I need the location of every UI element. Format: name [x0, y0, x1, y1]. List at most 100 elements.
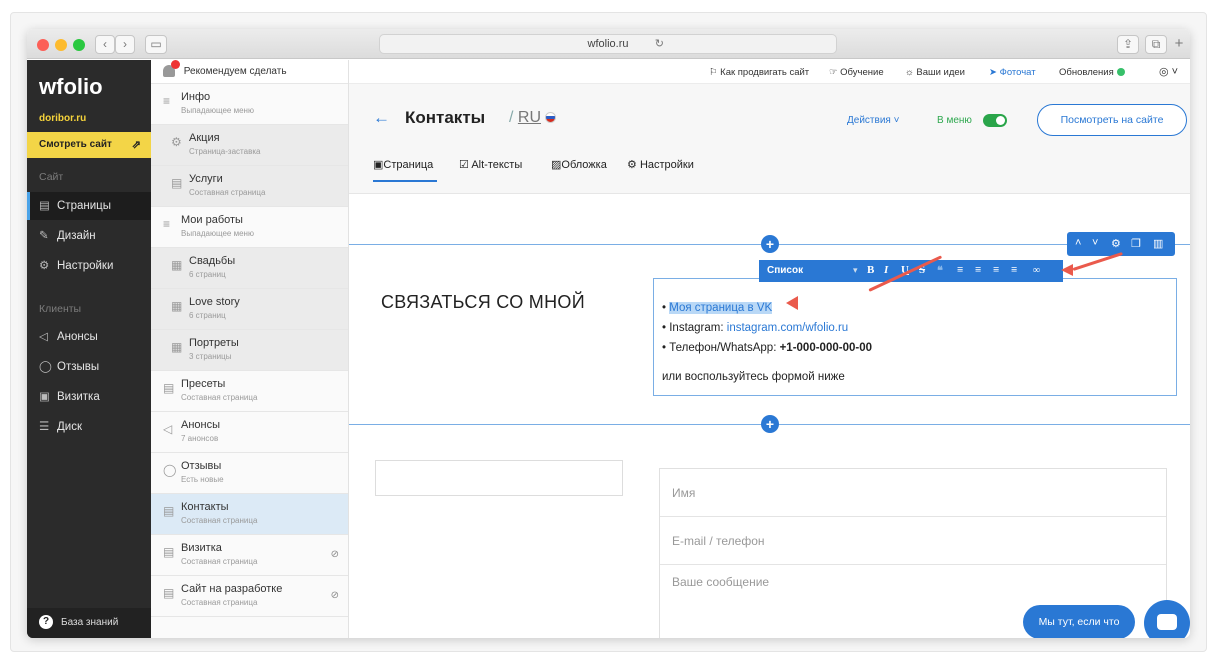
page-item-reviews[interactable]: ◯ Отзывы Есть новые — [151, 453, 348, 494]
tab-alt-texts[interactable]: ☑ Alt-тексты — [459, 158, 522, 171]
tab-label: Alt-тексты — [471, 159, 523, 171]
tab-cover[interactable]: ▨Обложка — [551, 158, 607, 171]
page-item-title: Love story — [189, 296, 240, 308]
italic-button[interactable]: I — [884, 264, 888, 276]
name-field[interactable]: Имя — [660, 469, 1166, 517]
page-item-announcements[interactable]: ◁ Анонсы 7 анонсов — [151, 412, 348, 453]
language-switch[interactable]: / RU — [509, 109, 556, 127]
ideas-label: Ваши идеи — [916, 67, 965, 78]
page-item-site-in-development[interactable]: ▤ Сайт на разработке Составная страница … — [151, 576, 348, 617]
view-on-site-button[interactable]: Посмотреть на сайте — [1037, 104, 1187, 136]
add-block-bottom-icon[interactable]: + — [761, 415, 779, 433]
page-item-my-works[interactable]: ≡ Мои работы Выпадающее меню — [151, 207, 348, 248]
page-icon: ▤ — [163, 586, 175, 600]
align-left-icon[interactable]: ≡ — [957, 264, 963, 276]
text-editor[interactable]: • Моя страница в VK • Instagram: instagr… — [653, 278, 1177, 396]
annotation-arrowhead — [1061, 264, 1073, 276]
page-item-promo[interactable]: ⚙ Акция Страница-заставка — [151, 125, 348, 166]
page-item-weddings[interactable]: ▦ Свадьбы 6 страниц — [151, 248, 348, 289]
back-icon[interactable]: ‹ — [95, 35, 115, 54]
sidebar-item-settings[interactable]: ⚙ Настройки — [27, 252, 151, 280]
hidden-eye-icon[interactable]: ⊘ — [331, 549, 339, 560]
sidebar-item-reviews[interactable]: ◯ Отзывы — [27, 353, 151, 381]
page-item-title: Контакты — [181, 501, 229, 513]
sidebar-item-design[interactable]: ✎ Дизайн — [27, 222, 151, 250]
page-item-contacts[interactable]: ▤ Контакты Составная страница — [151, 494, 348, 535]
back-arrow-icon[interactable]: ← — [373, 108, 390, 128]
share-icon[interactable]: ⇪ — [1117, 35, 1139, 54]
gear-icon[interactable]: ⚙ — [1111, 237, 1121, 250]
account-icon[interactable]: ◎ ˅ — [1159, 65, 1178, 78]
gallery-icon: ▦ — [171, 340, 183, 354]
style-dropdown[interactable]: Список — [767, 265, 803, 276]
list-item: • Телефон/WhatsApp: +1-000-000-00-00 — [662, 342, 872, 354]
promote-label: Как продвигать сайт — [720, 67, 810, 78]
top-bar: ⚐ Как продвигать сайт ☞ Обучение ☼ Ваши … — [349, 60, 1190, 84]
recommend-link[interactable]: Рекомендуем сделать — [151, 60, 348, 84]
link-icon[interactable]: ∞ — [1033, 265, 1040, 276]
sidebar-item-disk[interactable]: ☰ Диск — [27, 413, 151, 441]
address-bar[interactable]: wfolio.ru ↻ — [379, 34, 837, 54]
help-icon: ? — [39, 615, 53, 630]
hidden-eye-icon[interactable]: ⊘ — [331, 590, 339, 601]
fotochat-link[interactable]: ➤ Фоточат — [989, 67, 1036, 78]
site-domain: doribor.ru — [39, 113, 87, 124]
sidebar-item-card[interactable]: ▣ Визитка — [27, 383, 151, 411]
promote-site-link[interactable]: ⚐ Как продвигать сайт — [709, 67, 809, 78]
page-item-title: Инфо — [181, 91, 211, 103]
page-item-portraits[interactable]: ▦ Портреты 3 страницы — [151, 330, 348, 371]
vk-link-selected[interactable]: Моя страница в VK — [669, 302, 773, 314]
browser-window: ‹ › ▭ wfolio.ru ↻ ⇪ ⧉ + wfolio doribor.r… — [27, 29, 1190, 638]
tab-page[interactable]: ▣Страница — [373, 158, 433, 171]
updates-label: Обновления — [1059, 67, 1114, 78]
empty-block[interactable] — [375, 460, 623, 496]
forward-icon[interactable]: › — [115, 35, 135, 54]
new-tab-icon[interactable]: + — [1171, 35, 1187, 54]
align-center-icon[interactable]: ≡ — [975, 264, 981, 276]
chat-prompt-button[interactable]: Мы тут, если что — [1023, 605, 1135, 638]
actions-dropdown[interactable]: Действия ˅ — [847, 115, 899, 126]
maximize-window-button[interactable] — [73, 39, 85, 51]
page-item-love-story[interactable]: ▦ Love story 6 страниц — [151, 289, 348, 330]
sidebar-item-announcements[interactable]: ◁ Анонсы — [27, 323, 151, 351]
updates-link[interactable]: Обновления — [1059, 67, 1125, 78]
page-item-presets[interactable]: ▤ Пресеты Составная страница — [151, 371, 348, 412]
bullet: • — [662, 322, 667, 334]
phone-label: Телефон/WhatsApp: — [669, 342, 780, 354]
page-item-card[interactable]: ▤ Визитка Составная страница ⊘ — [151, 535, 348, 576]
page-item-services[interactable]: ▤ Услуги Составная страница — [151, 166, 348, 207]
page-item-subtitle: Составная страница — [181, 598, 258, 607]
view-site-button[interactable]: Смотреть сайт ⇗ — [27, 132, 151, 158]
quote-button[interactable]: ❝ — [937, 264, 943, 277]
in-menu-toggle[interactable] — [983, 114, 1007, 127]
learning-link[interactable]: ☞ Обучение — [829, 67, 884, 78]
trash-icon[interactable]: ▥ — [1153, 237, 1163, 250]
chat-icon: ◯ — [163, 463, 177, 477]
email-phone-field[interactable]: E-mail / телефон — [660, 517, 1166, 565]
reload-icon[interactable]: ↻ — [655, 35, 664, 53]
knowledge-base-label: База знаний — [61, 617, 119, 628]
page-tab-icon: ▣ — [373, 159, 384, 171]
bold-button[interactable]: B — [867, 264, 874, 276]
page-item-info[interactable]: ≡ Инфо Выпадающее меню — [151, 84, 348, 125]
sidebar-item-pages[interactable]: ▤ Страницы — [27, 192, 151, 220]
chevron-down-icon[interactable]: ˅ — [1092, 237, 1098, 249]
tabs-overview-icon[interactable]: ⧉ — [1145, 35, 1167, 54]
wfolio-logo[interactable]: wfolio — [39, 74, 103, 100]
close-window-button[interactable] — [37, 39, 49, 51]
copy-icon[interactable]: ❐ — [1131, 237, 1141, 250]
sidebar-toggle-icon[interactable]: ▭ — [145, 35, 167, 54]
minimize-window-button[interactable] — [55, 39, 67, 51]
align-justify-icon[interactable]: ≡ — [1011, 264, 1017, 276]
ideas-link[interactable]: ☼ Ваши идеи — [905, 67, 965, 78]
align-right-icon[interactable]: ≡ — [993, 264, 999, 276]
knowledge-base-link[interactable]: ? База знаний — [27, 608, 151, 638]
tab-settings[interactable]: ⚙ Настройки — [627, 158, 694, 171]
contact-heading[interactable]: СВЯЗАТЬСЯ СО МНОЙ — [381, 292, 585, 313]
instagram-link[interactable]: instagram.com/wfolio.ru — [727, 322, 848, 334]
chat-icon[interactable] — [1144, 600, 1190, 638]
chevron-up-icon[interactable]: ˄ — [1075, 237, 1081, 249]
gallery-icon: ▦ — [171, 258, 183, 272]
page-icon: ▤ — [163, 381, 175, 395]
add-block-top-icon[interactable]: + — [761, 235, 779, 253]
